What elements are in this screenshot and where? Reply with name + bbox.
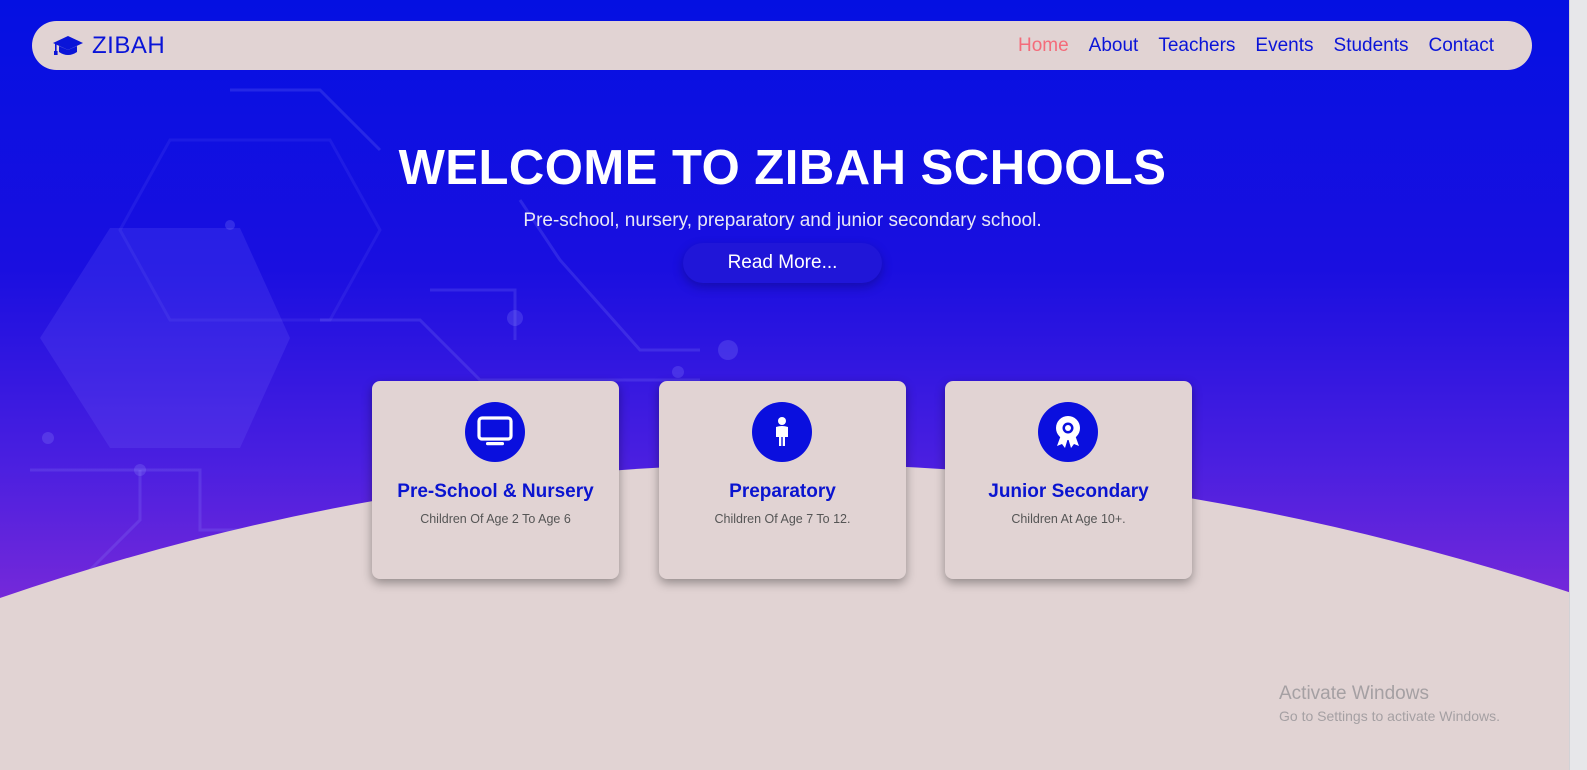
card-description: Children Of Age 7 To 12. (714, 512, 851, 526)
card-title: Pre-School & Nursery (397, 481, 594, 502)
watermark-title: Activate Windows (1279, 683, 1429, 704)
browser-scrollbar[interactable] (1569, 0, 1587, 770)
card-description: Children At Age 10+. (1011, 512, 1126, 526)
card-title: Junior Secondary (988, 481, 1149, 502)
child-icon (776, 417, 788, 446)
nav-link-events[interactable]: Events (1245, 35, 1323, 57)
card-pre-school[interactable]: Pre-School & Nursery Children Of Age 2 T… (372, 381, 619, 579)
hero-title: WELCOME TO ZIBAH SCHOOLS (398, 141, 1167, 195)
monitor-icon (477, 416, 513, 446)
read-more-button[interactable]: Read More... (683, 243, 882, 283)
card-title: Preparatory (729, 481, 836, 502)
brand-name: ZIBAH (92, 31, 166, 59)
card-icon-circle (752, 402, 812, 462)
navbar: ZIBAH Home About Teachers Events Student… (32, 21, 1532, 70)
card-icon-circle (465, 402, 525, 462)
brand-logo[interactable]: ZIBAH (52, 32, 165, 60)
hero-subtitle: Pre-school, nursery, preparatory and jun… (523, 210, 1042, 231)
nav-link-about[interactable]: About (1079, 35, 1149, 57)
nav-link-contact[interactable]: Contact (1419, 35, 1504, 57)
page: ZIBAH Home About Teachers Events Student… (0, 0, 1587, 770)
graduation-cap-icon (53, 35, 83, 55)
watermark-subtitle: Go to Settings to activate Windows. (1279, 708, 1500, 724)
activate-windows-watermark: Activate Windows Go to Settings to activ… (1279, 683, 1500, 724)
card-description: Children Of Age 2 To Age 6 (420, 512, 571, 526)
nav-link-teachers[interactable]: Teachers (1148, 35, 1245, 57)
award-icon (1056, 416, 1080, 448)
card-preparatory[interactable]: Preparatory Children Of Age 7 To 12. (659, 381, 906, 579)
nav-link-students[interactable]: Students (1324, 35, 1419, 57)
card-icon-circle (1038, 402, 1098, 462)
nav-link-home[interactable]: Home (1008, 35, 1079, 57)
nav-menu: Home About Teachers Events Students Cont… (1008, 35, 1504, 57)
card-junior-secondary[interactable]: Junior Secondary Children At Age 10+. (945, 381, 1192, 579)
